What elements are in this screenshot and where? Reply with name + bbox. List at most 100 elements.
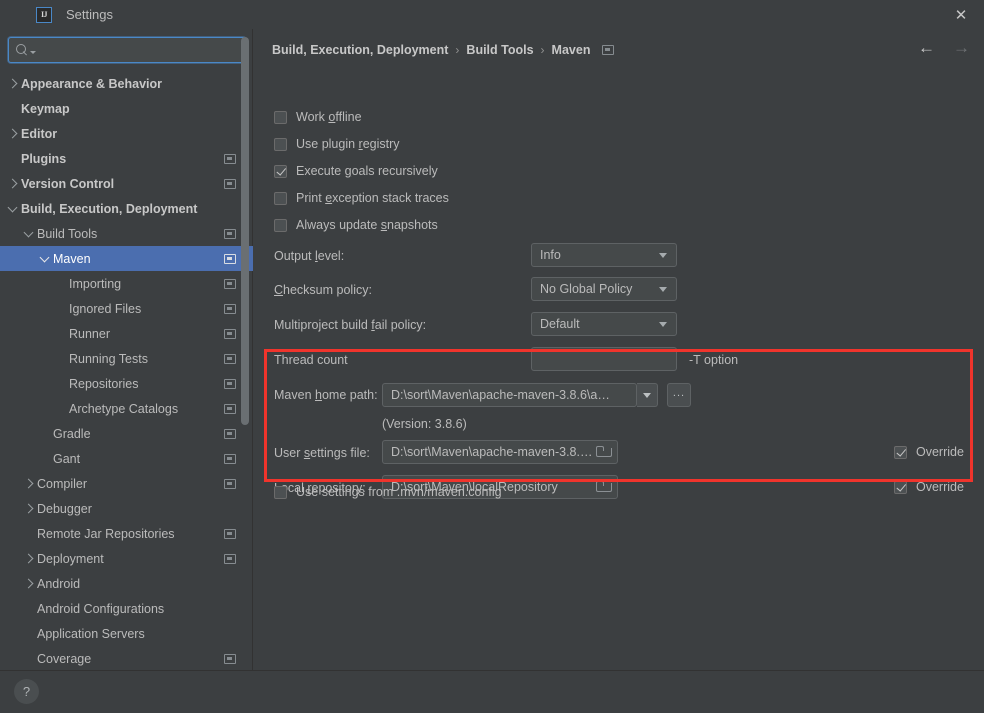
checkbox-label: Execute goals recursively [296,164,438,178]
chevron-down-icon[interactable] [659,287,667,292]
chevron-right-icon[interactable] [22,577,35,590]
sidebar-item-label: Debugger [37,501,92,516]
breadcrumb: Build, Execution, Deployment › Build Tools… [272,43,615,57]
help-icon[interactable]: ? [14,679,39,704]
close-icon[interactable]: ✕ [938,0,984,29]
project-scope-icon [602,45,615,55]
maven-home-path-browse-button[interactable]: ... [667,383,691,407]
sidebar-item-label: Running Tests [69,351,148,366]
combo-output-level[interactable]: Info [531,243,677,267]
maven-home-path-combo[interactable]: D:\sort\Maven\apache-maven-3.8.6\apache-… [382,383,637,407]
sidebar-item-label: Android Configurations [37,601,165,616]
use-mvn-config-label: Use settings from .mvn/maven.config [296,485,502,499]
sidebar-item-android[interactable]: Android [0,571,253,596]
sidebar-item-runner[interactable]: Runner [0,321,253,346]
sidebar-item-ignored-files[interactable]: Ignored Files [0,296,253,321]
user-settings-override-checkbox[interactable]: Override [894,445,964,459]
back-arrow-icon[interactable]: ← [918,39,935,56]
field-label-checksum-policy: Checksum policy: [274,283,372,297]
checkbox-label: Always update snapshots [296,218,438,232]
maven-home-path-label: Maven home path: [274,388,378,402]
sidebar-item-build-tools[interactable]: Build Tools [0,221,253,246]
input-thread-count[interactable] [531,347,677,371]
project-scope-icon [224,353,236,364]
chevron-down-icon [30,50,36,54]
navigation-arrows: ← → [918,39,970,56]
project-scope-icon [224,278,236,289]
sidebar-item-label: Plugins [21,151,67,166]
local-repository-override-checkbox[interactable]: Override [894,480,964,494]
checkbox-execute-goals-recursively[interactable]: Execute goals recursively [274,162,438,180]
chevron-right-icon[interactable] [22,552,35,565]
settings-sidebar: Appearance & Behavior Keymap Editor Plugins… [0,29,253,670]
project-scope-icon [224,303,236,314]
field-label-output-level: Output level: [274,249,345,263]
breadcrumb-item[interactable]: Maven [552,43,591,57]
sidebar-item-label: Compiler [37,476,88,491]
chevron-right-icon[interactable] [22,477,35,490]
checkbox-print-exception-stack-traces[interactable]: Print exception stack traces [274,189,449,207]
folder-icon[interactable] [596,481,612,492]
checkbox-use-plugin-registry[interactable]: Use plugin registry [274,135,400,153]
sidebar-item-editor[interactable]: Editor [0,121,253,146]
checkbox-always-update-snapshots[interactable]: Always update snapshots [274,216,438,234]
user-settings-file-input[interactable]: D:\sort\Maven\apache-maven-3.8.6\apache-… [382,440,618,464]
chevron-down-icon[interactable] [659,322,667,327]
sidebar-item-version-control[interactable]: Version Control [0,171,253,196]
sidebar-item-android-configurations[interactable]: Android Configurations [0,596,253,621]
sidebar-item-coverage[interactable]: Coverage [0,646,253,670]
checkbox-work-offline[interactable]: Work offline [274,108,362,126]
chevron-down-icon[interactable] [659,253,667,258]
sidebar-item-label: Gant [53,451,81,466]
sidebar-item-label: Ignored Files [69,301,142,316]
settings-main-panel: Build, Execution, Deployment › Build Tools… [254,29,984,670]
sidebar-item-archetype-catalogs[interactable]: Archetype Catalogs [0,396,253,421]
search-input[interactable] [40,38,245,62]
project-scope-icon [224,453,236,464]
chevron-right-icon[interactable] [22,502,35,515]
chevron-right-icon[interactable] [6,77,19,90]
chevron-right-icon[interactable] [6,127,19,140]
sidebar-item-running-tests[interactable]: Running Tests [0,346,253,371]
sidebar-item-appearance-behavior[interactable]: Appearance & Behavior [0,71,253,96]
project-scope-icon [224,403,236,414]
breadcrumb-item[interactable]: Build, Execution, Deployment [272,43,448,57]
sidebar-item-gant[interactable]: Gant [0,446,253,471]
sidebar-item-label: Runner [69,326,110,341]
breadcrumb-separator: › [455,43,460,57]
sidebar-item-repositories[interactable]: Repositories [0,371,253,396]
use-mvn-config-checkbox[interactable]: Use settings from .mvn/maven.config [274,483,502,501]
breadcrumb-item[interactable]: Build Tools [466,43,533,57]
checkbox-box [274,164,287,178]
sidebar-item-compiler[interactable]: Compiler [0,471,253,496]
sidebar-item-application-servers[interactable]: Application Servers [0,621,253,646]
sidebar-item-keymap[interactable]: Keymap [0,96,253,121]
checkbox-label: Use plugin registry [296,137,400,151]
sidebar-item-plugins[interactable]: Plugins [0,146,253,171]
project-scope-icon [224,328,236,339]
sidebar-scrollbar[interactable] [241,37,249,425]
chevron-right-icon[interactable] [6,177,19,190]
combo-checksum-policy[interactable]: No Global Policy [531,277,677,301]
search-box[interactable] [8,37,246,63]
sidebar-item-maven[interactable]: Maven [0,246,253,271]
project-scope-icon [224,478,236,489]
checkbox-box [274,218,287,232]
sidebar-item-importing[interactable]: Importing [0,271,253,296]
sidebar-item-remote-jar-repositories[interactable]: Remote Jar Repositories [0,521,253,546]
maven-home-path-dropdown-icon[interactable] [637,383,658,407]
override-label: Override [916,445,964,459]
checkbox-box [274,191,287,205]
project-scope-icon [224,653,236,664]
chevron-down-icon[interactable] [22,227,35,240]
combo-multiproject-build-fail-policy[interactable]: Default [531,312,677,336]
search-field-wrapper [8,37,246,63]
chevron-down-icon[interactable] [38,252,51,265]
folder-icon[interactable] [596,446,612,457]
sidebar-item-debugger[interactable]: Debugger [0,496,253,521]
sidebar-item-build-execution-deployment[interactable]: Build, Execution, Deployment [0,196,253,221]
sidebar-item-deployment[interactable]: Deployment [0,546,253,571]
sidebar-item-gradle[interactable]: Gradle [0,421,253,446]
chevron-down-icon[interactable] [6,202,19,215]
